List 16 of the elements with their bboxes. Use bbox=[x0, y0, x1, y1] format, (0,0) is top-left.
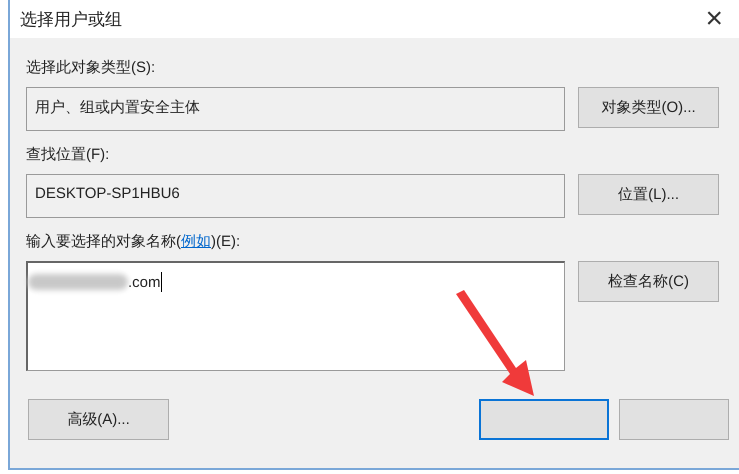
field-label: 选择此对象类型(S): bbox=[26, 58, 156, 77]
close-button[interactable]: × bbox=[701, 4, 727, 34]
text-cursor bbox=[160, 272, 162, 292]
advanced-button[interactable]: 高级(A)... bbox=[28, 399, 169, 440]
window-title: 选择用户或组 bbox=[20, 8, 122, 30]
locations-button[interactable]: 位置(L)... bbox=[578, 174, 719, 215]
object-type-field: 用户、组或内置安全主体 bbox=[26, 87, 566, 131]
examples-link[interactable]: 例如 bbox=[181, 233, 211, 250]
field-label: 输入要选择的对象名称(例如)(E): bbox=[26, 232, 242, 251]
field-label: 查找位置(F): bbox=[26, 145, 110, 164]
location-field: DESKTOP-SP1HBU6 bbox=[26, 174, 566, 218]
object-types-button[interactable]: 对象类型(O)... bbox=[578, 87, 719, 128]
ok-button[interactable] bbox=[479, 399, 609, 440]
check-names-button[interactable]: 检查名称(C) bbox=[578, 261, 719, 302]
input-text: .com bbox=[128, 274, 161, 290]
object-names-input[interactable]: .com bbox=[26, 261, 566, 371]
